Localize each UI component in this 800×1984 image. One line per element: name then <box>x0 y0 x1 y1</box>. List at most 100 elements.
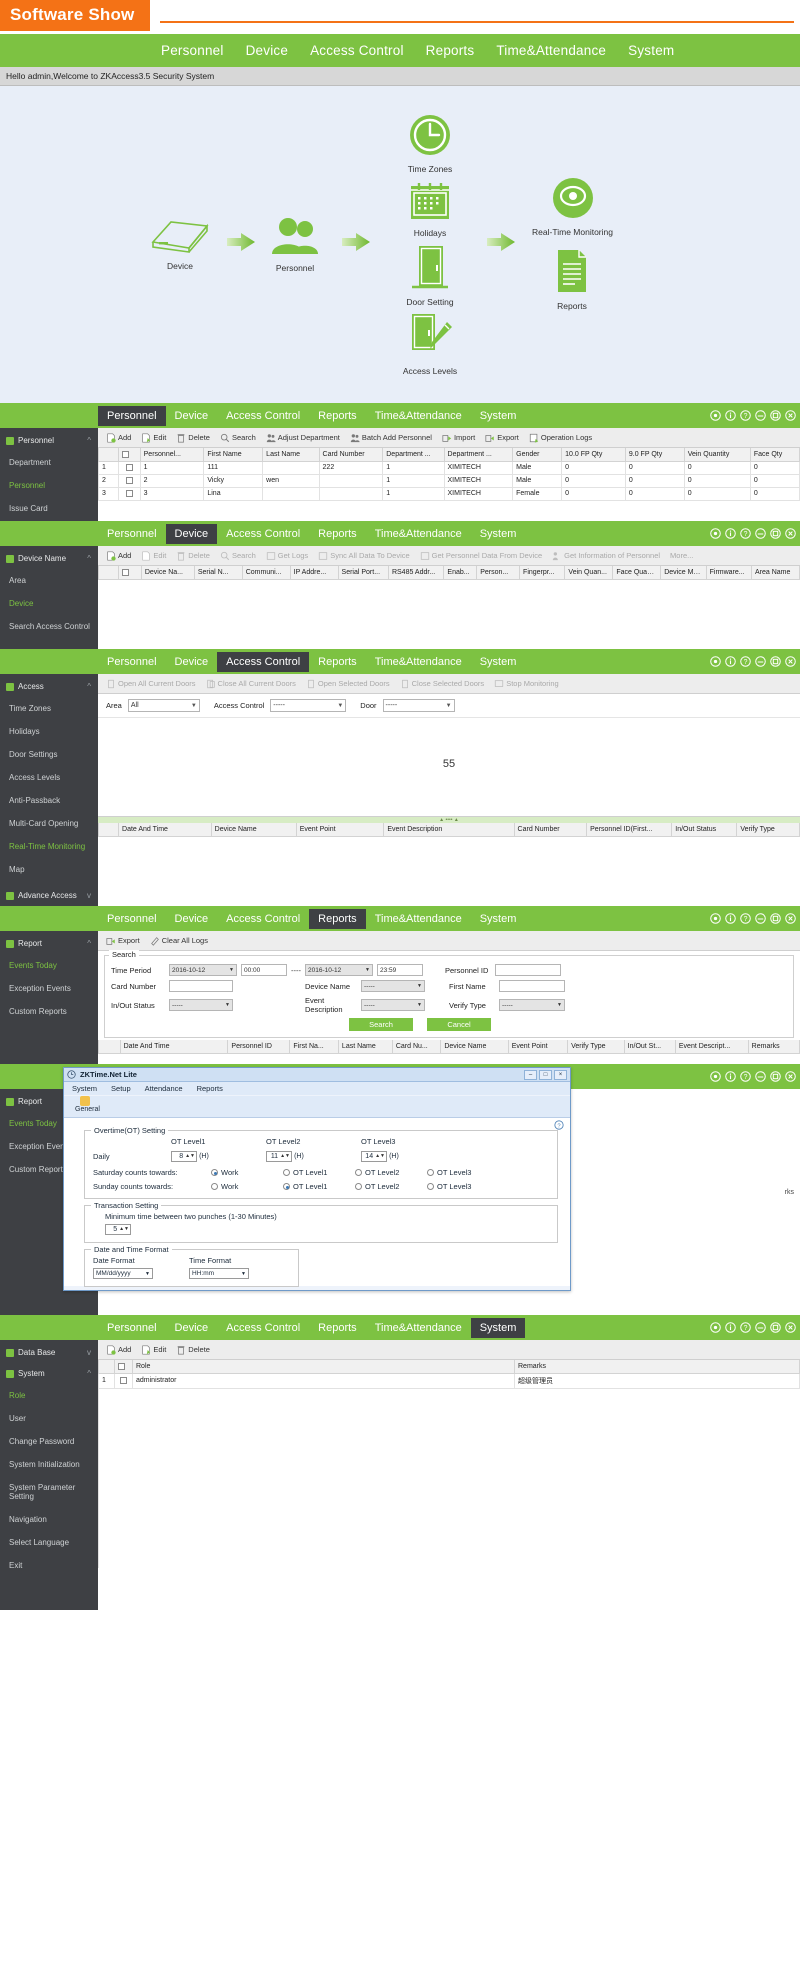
table-row[interactable]: 3 3 Lina 1 XIMITECH Female 0 0 0 <box>99 487 800 500</box>
sidebar-item-select-language[interactable]: Select Language <box>0 1531 98 1554</box>
sidebar-item-system-initialization[interactable]: System Initialization <box>0 1453 98 1476</box>
col-fp9-qty[interactable]: 9.0 FP Qty <box>625 448 684 461</box>
device-menubar[interactable]: Personnel Device Access Control Reports … <box>0 521 800 546</box>
access-tab-time-attendance[interactable]: Time&Attendance <box>366 652 471 672</box>
export-button[interactable]: Export <box>481 432 523 444</box>
menu-time-attendance[interactable]: Time&Attendance <box>485 38 617 63</box>
sunday-ot1-radio[interactable]: OT Level1 <box>283 1182 355 1191</box>
import-button[interactable]: Import <box>438 432 479 444</box>
dialog-menubar[interactable]: System Setup Attendance Reports <box>64 1082 570 1095</box>
edit-button[interactable]: Edit <box>137 432 170 444</box>
access-tab-reports[interactable]: Reports <box>309 652 366 672</box>
time-format-field[interactable]: Time Format HH:mm▼ <box>189 1256 249 1279</box>
sync-all-data-button[interactable]: Sync All Data To Device <box>314 550 413 562</box>
sidebar-item-multi-card-opening[interactable]: Multi-Card Opening <box>0 812 98 835</box>
area-select[interactable]: All▼ <box>128 699 200 712</box>
chevron-up-icon[interactable]: ^ <box>87 939 91 948</box>
sidebar-group-report[interactable]: Report ^ <box>0 933 98 954</box>
door-select[interactable]: -----▼ <box>383 699 455 712</box>
col-first-name[interactable]: First Name <box>204 448 263 461</box>
menu-access-control[interactable]: Access Control <box>299 38 415 63</box>
reports-tab-device[interactable]: Device <box>166 909 218 929</box>
chevron-up-icon[interactable]: ^ <box>87 436 91 445</box>
col-device-name[interactable]: Device Name <box>441 1040 508 1053</box>
flow-node-reports[interactable]: Reports <box>532 248 612 311</box>
radio-icon[interactable] <box>283 1169 290 1176</box>
select-all-checkbox[interactable] <box>122 569 129 576</box>
personnel-id-input[interactable] <box>495 964 561 976</box>
col-area-name[interactable]: Area Name <box>751 566 799 579</box>
device-name-select[interactable]: -----▼ <box>361 980 425 992</box>
flow-node-personnel[interactable]: Personnel <box>260 214 330 273</box>
system-tab-time-attendance[interactable]: Time&Attendance <box>366 1318 471 1338</box>
clear-all-logs-button[interactable]: Clear All Logs <box>146 935 212 947</box>
personnel-tab-time-attendance[interactable]: Time&Attendance <box>366 406 471 426</box>
batch-add-personnel-button[interactable]: Batch Add Personnel <box>346 432 436 444</box>
col-firmware[interactable]: Firmware... <box>706 566 751 579</box>
col-department-1[interactable]: Department ... <box>383 448 444 461</box>
row-checkbox-cell[interactable] <box>118 474 140 487</box>
time-to-input[interactable]: 23:59 <box>377 964 423 976</box>
dialog-close-button[interactable]: × <box>554 1070 567 1080</box>
personnel-tab-device[interactable]: Device <box>166 406 218 426</box>
close-all-current-doors-button[interactable]: Close All Current Doors <box>202 678 300 690</box>
reports-tab-reports[interactable]: Reports <box>309 909 366 929</box>
col-face-quantity[interactable]: Face Quant... <box>613 566 661 579</box>
col-device-name[interactable]: Device Name <box>211 823 296 836</box>
col-serial-number[interactable]: Serial N... <box>194 566 242 579</box>
col-card-number[interactable]: Card Number <box>319 448 383 461</box>
system-tab-system[interactable]: System <box>471 1318 526 1338</box>
first-name-input[interactable] <box>499 980 565 992</box>
reports-tab-time-attendance[interactable]: Time&Attendance <box>366 909 471 929</box>
flow-node-holidays[interactable]: Holidays <box>390 181 470 238</box>
system-tab-device[interactable]: Device <box>166 1318 218 1338</box>
saturday-ot3-radio[interactable]: OT Level3 <box>427 1168 499 1177</box>
select-all-checkbox[interactable] <box>118 1363 125 1370</box>
col-in-out-status[interactable]: In/Out Status <box>672 823 737 836</box>
adjust-department-button[interactable]: Adjust Department <box>262 432 344 444</box>
row-checkbox[interactable] <box>126 464 133 471</box>
flow-node-real-time-monitoring[interactable]: Real-Time Monitoring <box>525 176 620 237</box>
daily-ot1-cell[interactable]: 8▲▼ (H) <box>171 1151 266 1162</box>
row-checkbox[interactable] <box>126 490 133 497</box>
edit-button[interactable]: Edit <box>137 1344 170 1356</box>
daily-ot3-cell[interactable]: 14▲▼ (H) <box>361 1151 456 1162</box>
sidebar-item-personnel[interactable]: Personnel <box>0 474 98 497</box>
radio-icon[interactable] <box>355 1169 362 1176</box>
get-information-personnel-button[interactable]: Get Information of Personnel <box>548 550 664 562</box>
access-menubar[interactable]: Personnel Device Access Control Reports … <box>0 649 800 674</box>
more-button[interactable]: More... <box>666 550 697 561</box>
system-tab-reports[interactable]: Reports <box>309 1318 366 1338</box>
system-tab-access-control[interactable]: Access Control <box>217 1318 309 1338</box>
date-to-input[interactable]: 2016-10-12▼ <box>305 964 373 976</box>
device-tab-reports[interactable]: Reports <box>309 524 366 544</box>
sidebar-group-advance-access[interactable]: Advance Access v <box>0 885 98 906</box>
sidebar-item-system-parameter-setting[interactable]: System Parameter Setting <box>0 1476 98 1508</box>
export-button[interactable]: Export <box>102 935 144 947</box>
sidebar-group-access[interactable]: Access ^ <box>0 676 98 697</box>
col-serial-port[interactable]: Serial Port... <box>338 566 388 579</box>
reports-sidebar[interactable]: Report ^ Events Today Exception Events C… <box>0 931 98 1064</box>
sidebar-group-device-name[interactable]: Device Name ^ <box>0 548 98 569</box>
reports-tab-personnel[interactable]: Personnel <box>98 909 166 929</box>
access-tab-system[interactable]: System <box>471 652 526 672</box>
sunday-row[interactable]: Sunday counts towards: Work OT Level1 OT… <box>93 1182 549 1191</box>
access-filter-bar[interactable]: Area All▼ Access Control -----▼ Door ---… <box>98 694 800 718</box>
time-from-input[interactable]: 00:00 <box>241 964 287 976</box>
open-all-current-doors-button[interactable]: Open All Current Doors <box>102 678 200 690</box>
stop-monitoring-button[interactable]: Stop Monitoring <box>490 678 563 690</box>
col-fp10-qty[interactable]: 10.0 FP Qty <box>562 448 626 461</box>
get-personnel-data-button[interactable]: Get Personnel Data From Device <box>416 550 546 562</box>
col-last-name[interactable]: Last Name <box>263 448 319 461</box>
chevron-down-icon[interactable]: v <box>87 891 91 900</box>
reports-tab-access-control[interactable]: Access Control <box>217 909 309 929</box>
cancel-button[interactable]: Cancel <box>427 1018 491 1031</box>
search-button[interactable]: Search <box>216 550 260 562</box>
saturday-ot1-radio[interactable]: OT Level1 <box>283 1168 355 1177</box>
window-controls[interactable]: ? <box>710 521 796 546</box>
sidebar-item-issue-card[interactable]: Issue Card <box>0 497 98 520</box>
col-communication[interactable]: Communi... <box>242 566 290 579</box>
col-vein-quantity[interactable]: Vein Quan... <box>565 566 613 579</box>
personnel-sidebar[interactable]: Personnel ^ Department Personnel Issue C… <box>0 428 98 521</box>
col-role[interactable]: Role <box>133 1360 515 1373</box>
